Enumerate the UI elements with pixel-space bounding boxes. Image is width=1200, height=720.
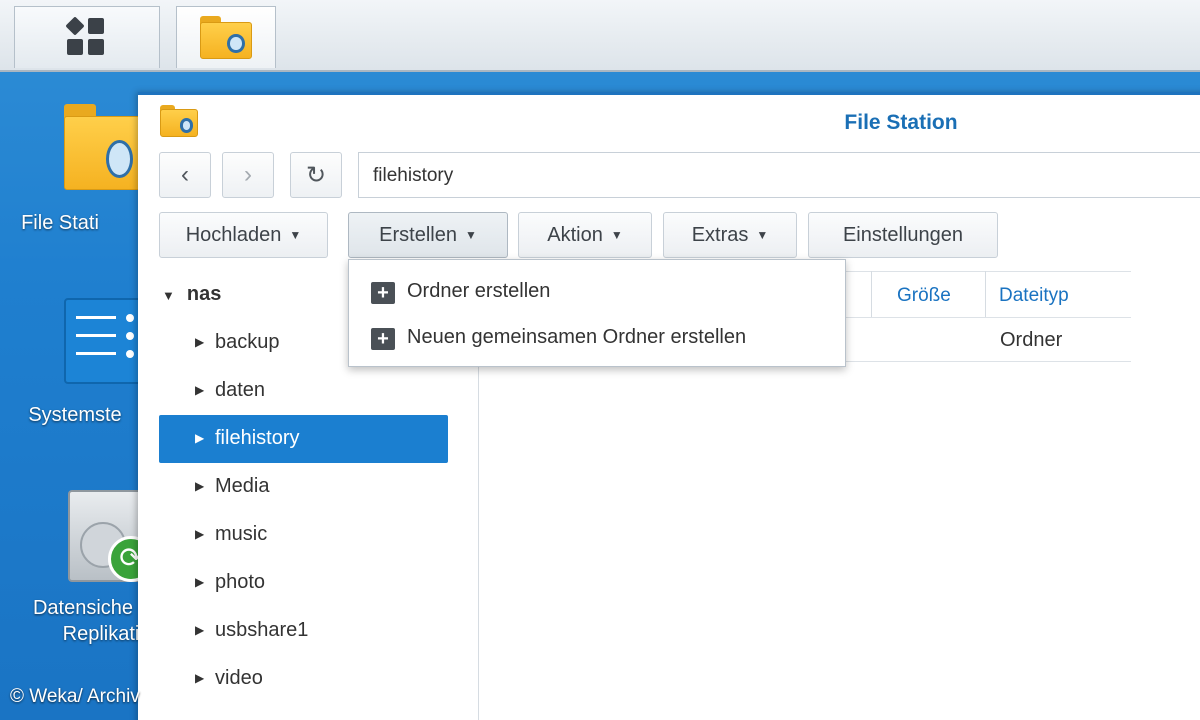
plus-icon: + [371, 328, 395, 350]
caret-down-icon: ▼ [756, 228, 769, 242]
settings-label: Einstellungen [842, 223, 964, 246]
desktop-file-station-label[interactable]: File Stati [0, 210, 155, 236]
extras-label: Extras [691, 223, 749, 246]
tree-item-filehistory[interactable]: ▶ filehistory [159, 415, 448, 463]
tree-item-media[interactable]: ▶ Media [159, 463, 448, 511]
plus-icon: + [371, 282, 395, 304]
tree-root-nas[interactable]: ▼ nas [162, 283, 221, 306]
file-station-icon [200, 15, 252, 60]
caret-right-icon: ▶ [195, 575, 205, 589]
path-field[interactable]: filehistory [358, 152, 1200, 198]
caret-down-icon: ▼ [289, 228, 302, 242]
forward-button[interactable]: › [222, 152, 274, 198]
column-separator[interactable] [985, 271, 986, 317]
menu-item-create-folder[interactable]: + Ordner erstellen [349, 268, 845, 312]
create-button[interactable]: Erstellen ▼ [348, 212, 508, 258]
taskbar-file-station-button[interactable] [176, 6, 276, 68]
main-menu-button[interactable] [14, 6, 160, 68]
copyright-watermark: © Weka/ Archiv [10, 686, 140, 707]
upload-button[interactable]: Hochladen ▼ [159, 212, 328, 258]
tree-item-video[interactable]: ▶ video [159, 655, 448, 703]
tree-item-music[interactable]: ▶ music [159, 511, 448, 559]
caret-right-icon: ▶ [195, 623, 205, 637]
caret-right-icon: ▶ [195, 527, 205, 541]
caret-down-icon: ▼ [610, 228, 623, 242]
taskbar [0, 0, 1200, 72]
action-button[interactable]: Aktion ▼ [518, 212, 652, 258]
caret-right-icon: ▶ [195, 479, 205, 493]
window-title: File Station [844, 111, 958, 134]
settings-button[interactable]: Einstellungen [808, 212, 998, 258]
action-label: Aktion [547, 223, 603, 246]
main-menu-grid-icon [65, 15, 107, 58]
column-header-size[interactable]: Größe [897, 271, 951, 317]
tree-item-daten[interactable]: ▶ daten [159, 367, 448, 415]
refresh-button[interactable]: ↻ [290, 152, 342, 198]
caret-down-icon: ▼ [464, 228, 477, 242]
extras-button[interactable]: Extras ▼ [663, 212, 797, 258]
caret-right-icon: ▶ [195, 383, 205, 397]
tree-item-usbshare1[interactable]: ▶ usbshare1 [159, 607, 448, 655]
caret-right-icon: ▶ [195, 335, 205, 349]
desktop-backup-replication-icon[interactable]: ⟳ [68, 490, 154, 582]
file-station-window: File Station ‹ › ↻ filehistory Hochladen… [138, 92, 1200, 720]
column-separator[interactable] [871, 271, 872, 317]
desktop-file-station-icon[interactable] [64, 104, 144, 190]
caret-right-icon: ▶ [195, 671, 205, 685]
caret-down-icon: ▼ [162, 288, 175, 303]
back-button[interactable]: ‹ [159, 152, 211, 198]
window-title-bar[interactable]: File Station [138, 95, 1200, 147]
file-row-type[interactable]: Ordner [1000, 329, 1062, 352]
create-dropdown-menu: + Ordner erstellen + Neuen gemeinsamen O… [348, 259, 846, 367]
upload-label: Hochladen [185, 223, 282, 246]
menu-item-create-shared-folder[interactable]: + Neuen gemeinsamen Ordner erstellen [349, 314, 845, 358]
column-header-type[interactable]: Dateityp [999, 271, 1069, 317]
chevron-left-icon: ‹ [181, 161, 189, 188]
create-label: Erstellen [379, 223, 457, 246]
refresh-icon: ↻ [305, 161, 327, 189]
chevron-right-icon: › [244, 161, 252, 188]
tree-item-photo[interactable]: ▶ photo [159, 559, 448, 607]
caret-right-icon: ▶ [195, 431, 205, 445]
